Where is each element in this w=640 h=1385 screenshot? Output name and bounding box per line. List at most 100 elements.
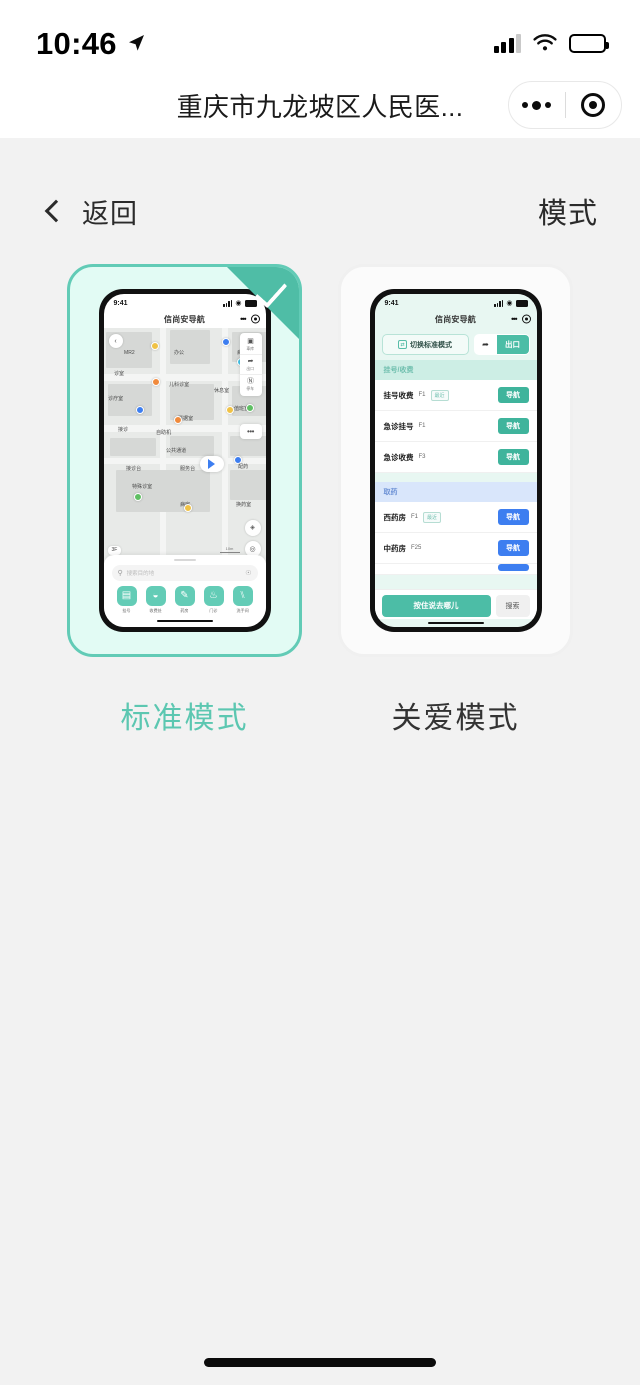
map-pin[interactable]	[221, 338, 230, 346]
care-section-scroll[interactable]: 挂号/收费 挂号收费 F1 最近 导航 急诊挂号 F1 导航 急诊收费 F3 导…	[374, 360, 537, 589]
map-more-button[interactable]: •••	[239, 424, 262, 439]
map-pin[interactable]	[133, 493, 142, 501]
ios-status-bar: 10:46	[0, 0, 640, 72]
standard-phone-mockup: 9:41 ◉ 信尚安导航 ••• MR2 办公 诊室 儿科诊室 休息室 诊疗室 …	[98, 289, 271, 632]
search-placeholder: 搜索目的地	[126, 570, 155, 577]
capsule-more-button[interactable]	[509, 100, 565, 110]
care-bottom-bar: 按住说去哪儿 搜索	[374, 588, 537, 619]
quick-action-label: 挂号	[122, 607, 131, 613]
map-label: 特殊诊室	[131, 484, 152, 490]
map-locator-button[interactable]	[199, 456, 224, 472]
exit-door-icon: ➦	[482, 340, 489, 349]
target-circle-icon	[521, 314, 531, 324]
map-label: MR2	[123, 350, 135, 356]
map-search-bar[interactable]: ⚲ 搜索目的地 ☉	[111, 564, 258, 581]
exit-door-icon: ➦	[247, 357, 254, 365]
mode-heading: 模式	[537, 198, 598, 230]
mode-option-standard[interactable]: 9:41 ◉ 信尚安导航 ••• MR2 办公 诊室 儿科诊室 休息室 诊疗室 …	[67, 264, 302, 737]
preview-home-indicator	[427, 621, 484, 624]
section-list-registration: 挂号收费 F1 最近 导航 急诊挂号 F1 导航 急诊收费 F3 导航	[374, 380, 537, 473]
map-label: 换药室	[235, 502, 251, 508]
status-bar-right	[493, 33, 609, 53]
map-tool-parking[interactable]: Ⓝ 停车	[239, 374, 262, 394]
search-button[interactable]: 搜索	[495, 594, 530, 617]
map-pin[interactable]	[225, 406, 234, 414]
status-time: 10:46	[36, 25, 117, 61]
navigate-button[interactable]: 导航	[497, 449, 529, 465]
exit-button[interactable]: ➦ 出口	[473, 334, 530, 355]
compass-icon[interactable]: ◈	[244, 519, 261, 536]
poi-name: 西药房	[383, 512, 407, 522]
map-pin[interactable]	[233, 456, 242, 464]
navigate-button[interactable]: 导航	[497, 509, 529, 525]
battery-icon	[515, 300, 528, 307]
poi-name: 中药房	[383, 543, 407, 553]
quick-action-cashier[interactable]: ◒ 收费处	[143, 585, 169, 614]
navigate-button-partial[interactable]	[497, 563, 529, 571]
map-label: 办公	[173, 350, 184, 356]
microphone-icon[interactable]: ☉	[245, 569, 251, 577]
poi-floor: F1	[411, 514, 419, 520]
list-item-partial[interactable]	[374, 563, 537, 575]
care-mode-card[interactable]: 9:41 ◉ 信尚安导航 ••• ⇄ 切换标准模式 ➦ 出口 挂号/收费 挂号收…	[338, 264, 573, 657]
floor-badge[interactable]: 3F	[107, 545, 122, 555]
search-icon: ⚲	[117, 569, 123, 577]
preview-home-indicator	[156, 619, 213, 622]
list-item[interactable]: 挂号收费 F1 最近 导航	[374, 380, 537, 411]
target-circle-icon	[581, 93, 606, 117]
quick-action-restroom[interactable]: ⑊ 洗手间	[230, 585, 256, 614]
navigate-button[interactable]: 导航	[497, 418, 529, 434]
list-item[interactable]: 中药房 F25 导航	[374, 533, 537, 564]
quick-action-pharmacy[interactable]: ✎ 药房	[172, 585, 198, 614]
quick-action-label: 收费处	[149, 607, 162, 613]
quick-action-clinic[interactable]: ♨ 门诊	[201, 585, 227, 614]
poi-floor: F3	[418, 454, 426, 460]
preview-app-title: 信尚安导航	[164, 314, 205, 324]
list-item[interactable]: 急诊挂号 F1 导航	[374, 411, 537, 442]
map-tool-exit[interactable]: ➦ 出口	[239, 354, 262, 374]
map-pin[interactable]	[245, 404, 254, 412]
navigation-arrow-icon	[208, 459, 215, 469]
map-bottom-sheet: ⚲ 搜索目的地 ☉ ▤ 挂号 ◒ 收费处 ✎ 药房 ♨ 门诊 ⑊ 洗手间	[103, 554, 266, 627]
list-item[interactable]: 西药房 F1 最近 导航	[374, 502, 537, 533]
standard-mode-card[interactable]: 9:41 ◉ 信尚安导航 ••• MR2 办公 诊室 儿科诊室 休息室 诊疗室 …	[67, 264, 302, 657]
navigate-button[interactable]: 导航	[497, 540, 529, 556]
list-item[interactable]: 急诊收费 F3 导航	[374, 442, 537, 473]
switch-standard-mode-button[interactable]: ⇄ 切换标准模式	[381, 334, 469, 355]
map-label: 服务台	[179, 466, 195, 472]
wifi-icon	[533, 33, 557, 50]
preview-capsule: •••	[511, 314, 531, 324]
mode-card-list: 9:41 ◉ 信尚安导航 ••• MR2 办公 诊室 儿科诊室 休息室 诊疗室 …	[0, 264, 640, 737]
status-bar-left: 10:46	[36, 28, 146, 59]
map-tool-label: 車库	[246, 345, 255, 351]
standard-mode-caption: 标准模式	[120, 702, 249, 735]
hold-to-speak-button[interactable]: 按住说去哪儿	[381, 594, 491, 617]
nearest-tag: 最近	[430, 389, 449, 401]
section-header-registration: 挂号/收费	[374, 360, 537, 380]
wechat-nav-bar: 重庆市九龙坡区人民医...	[0, 72, 640, 138]
poi-name: 急诊挂号	[383, 421, 414, 431]
back-button[interactable]: 返回	[44, 192, 138, 231]
cashier-icon: ◒	[145, 585, 166, 606]
map-label: 公共通道	[165, 448, 186, 454]
map-pin[interactable]	[151, 378, 160, 386]
hospital-map[interactable]: MR2 办公 病房 诊室 儿科诊室 休息室 更衣 诊疗室 票据室 值班室 服务台	[103, 328, 266, 563]
quick-action-registration[interactable]: ▤ 挂号	[114, 585, 140, 614]
map-back-button[interactable]: ‹	[108, 334, 123, 348]
map-label: 休息室	[213, 388, 229, 394]
clinic-icon: ♨	[203, 585, 224, 606]
map-pin[interactable]	[135, 406, 144, 414]
preview-time: 9:41	[384, 300, 399, 307]
home-indicator	[204, 1358, 436, 1367]
map-pin[interactable]	[150, 342, 159, 350]
switch-mode-icon: ⇄	[398, 340, 407, 349]
mode-option-care[interactable]: 9:41 ◉ 信尚安导航 ••• ⇄ 切换标准模式 ➦ 出口 挂号/收费 挂号收…	[338, 264, 573, 737]
navigate-button[interactable]: 导航	[497, 387, 529, 403]
map-tool-label: 出口	[246, 365, 255, 371]
capsule-close-button[interactable]	[566, 93, 622, 117]
sheet-grabber[interactable]	[173, 558, 196, 561]
map-pin[interactable]	[183, 504, 192, 512]
map-label: 自助机	[155, 430, 171, 436]
wechat-capsule[interactable]	[508, 81, 622, 129]
map-pin[interactable]	[173, 416, 182, 424]
